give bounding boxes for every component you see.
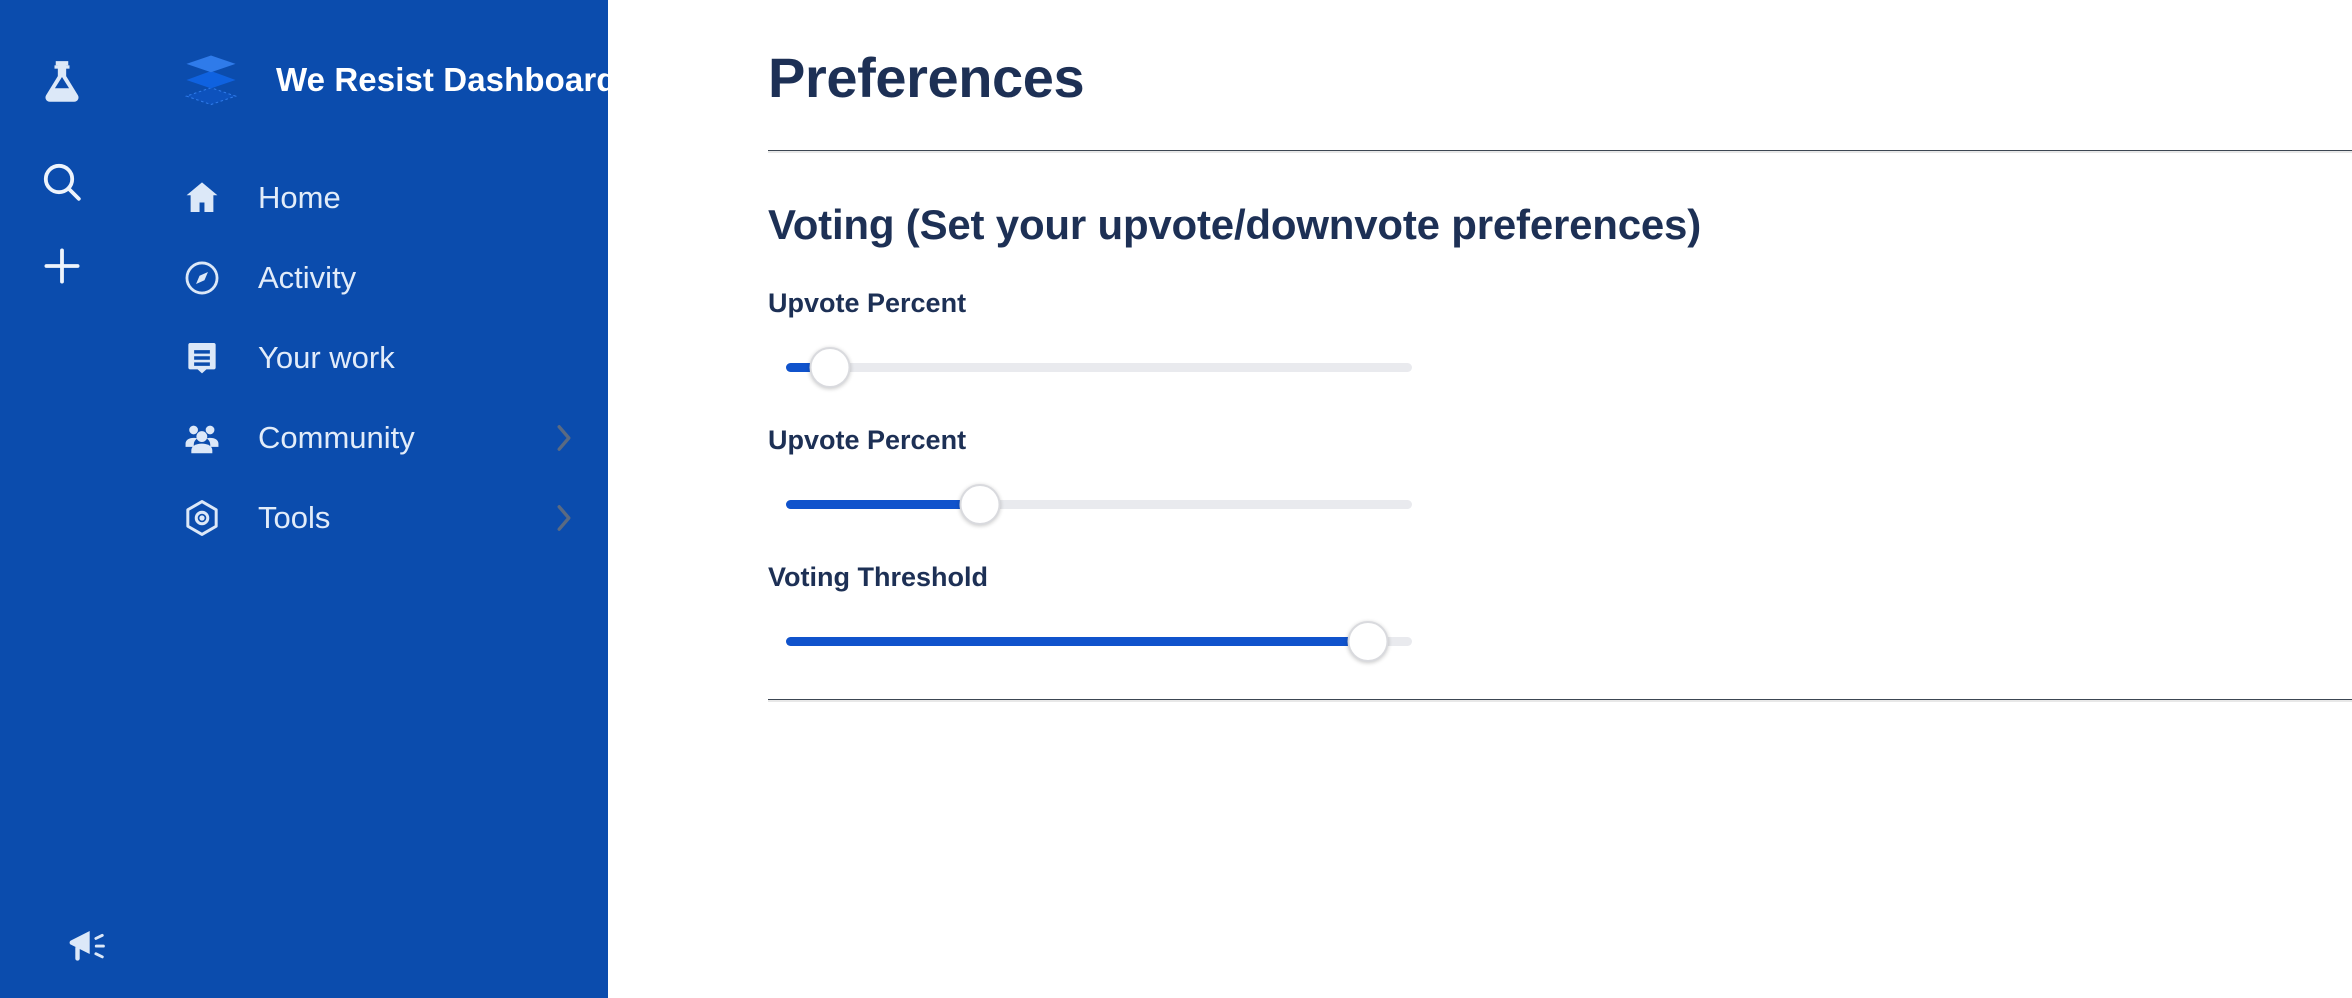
sidebar-item-community[interactable]: Community [124,398,617,478]
section-title: Voting (Set your upvote/downvote prefere… [768,200,1702,248]
slider-fill [786,500,981,510]
voting-threshold-slider[interactable] [786,621,1412,663]
sidebar-item-label: Tools [258,500,331,535]
slider-thumb[interactable] [959,484,1001,526]
app-root: We Resist Dashboard Home Activity Your w… [0,0,2352,998]
megaphone-icon [64,926,110,971]
field-upvote-percent-1: Upvote Percent [768,288,2352,389]
sidebar-item-tools[interactable]: Tools [124,478,617,558]
brand-title: We Resist Dashboard [276,61,617,98]
slider-fill [786,637,1369,647]
sidebar: We Resist Dashboard Home Activity Your w… [0,0,616,998]
search-icon [38,158,86,206]
sidebar-item-home[interactable]: Home [124,158,617,238]
people-icon [180,416,224,460]
field-label: Upvote Percent [768,425,967,456]
home-icon [180,176,224,220]
flask-icon [37,54,87,110]
sidebar-item-label: Home [258,180,341,215]
field-label: Voting Threshold [768,562,988,593]
hexagon-icon [180,496,224,540]
sidebar-nav-column: We Resist Dashboard Home Activity Your w… [124,0,617,998]
announcements-button[interactable] [52,918,122,978]
sidebar-nav-list: Home Activity Your work Community Tools [124,158,617,558]
sidebar-item-label: Activity [258,260,357,295]
sidebar-item-label: Your work [258,340,395,375]
plus-icon-button[interactable] [20,224,104,308]
voting-section-header: Voting (Set your upvote/downvote prefere… [768,191,2352,258]
field-voting-threshold: Voting Threshold [768,562,2352,663]
field-label: Upvote Percent [768,288,967,319]
section-bottom-divider [768,699,2352,703]
slider-thumb[interactable] [809,347,851,389]
page-title: Preferences [768,46,1085,109]
plus-icon [38,242,86,290]
upvote-percent-slider-1[interactable] [786,347,1412,389]
main-content: Preferences Voting (Set your upvote/down… [608,0,2352,998]
chevron-right-icon[interactable] [553,501,575,535]
flask-icon-button[interactable] [20,40,104,124]
layers-icon [180,49,242,111]
upvote-percent-slider-2[interactable] [786,484,1412,526]
voting-fields: Upvote Percent Upvote Percent Voting Thr… [768,288,2352,663]
search-icon-button[interactable] [20,140,104,224]
field-upvote-percent-2: Upvote Percent [768,425,2352,526]
slider-thumb[interactable] [1347,621,1389,663]
sidebar-item-your-work[interactable]: Your work [124,318,617,398]
document-icon [180,336,224,380]
sidebar-item-label: Community [258,420,415,455]
sidebar-item-activity[interactable]: Activity [124,238,617,318]
slider-track[interactable] [786,363,1412,373]
title-divider [768,150,2352,154]
brand[interactable]: We Resist Dashboard [124,36,617,124]
sidebar-icon-rail [0,0,124,998]
compass-icon [180,256,224,300]
chevron-right-icon[interactable] [553,421,575,455]
